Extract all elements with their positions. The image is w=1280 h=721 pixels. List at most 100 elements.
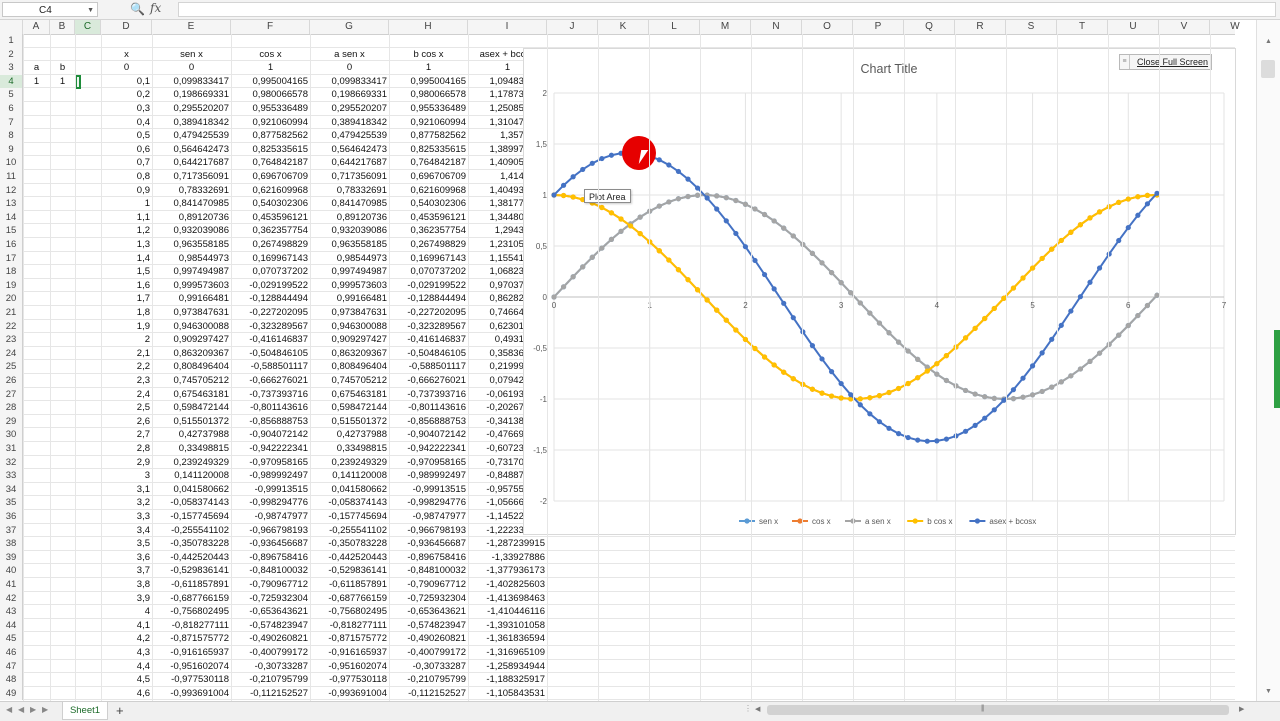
row-number[interactable]: 22 xyxy=(0,319,23,334)
cell-value[interactable]: 0,070737202 xyxy=(231,265,310,279)
cell-value[interactable]: 0,825335615 xyxy=(389,143,468,157)
cell-value[interactable]: 0,745705212 xyxy=(310,374,389,388)
cell-value[interactable]: -0,350783228 xyxy=(310,537,389,551)
cell-value[interactable]: 0 xyxy=(152,61,231,75)
cell-value[interactable]: -0,801143616 xyxy=(389,401,468,415)
cell-value[interactable]: 0,267498829 xyxy=(389,238,468,252)
cell-x[interactable]: 0,6 xyxy=(101,143,152,157)
cell-x[interactable]: 3,7 xyxy=(101,564,152,578)
prev-sheet-icon[interactable]: ◀ xyxy=(18,705,24,714)
cell-value[interactable]: -0,993691004 xyxy=(152,687,231,701)
scroll-right-icon[interactable]: ▶ xyxy=(1239,705,1244,713)
cell-value[interactable]: 0,621609968 xyxy=(389,184,468,198)
column-header-c[interactable]: C xyxy=(75,20,101,34)
cell-value[interactable]: -0,99913515 xyxy=(231,483,310,497)
next-sheet-icon[interactable]: ▶ xyxy=(30,705,36,714)
cell-value[interactable]: -0,611857891 xyxy=(152,578,231,592)
row-number[interactable]: 12 xyxy=(0,183,23,198)
cell-x[interactable]: 1,5 xyxy=(101,265,152,279)
cell-x[interactable]: 4,3 xyxy=(101,646,152,660)
column-header-u[interactable]: U xyxy=(1108,20,1159,34)
cell-value[interactable]: -0,687766159 xyxy=(310,592,389,606)
cell-value[interactable]: -0,848100032 xyxy=(231,564,310,578)
row-number[interactable]: 6 xyxy=(0,102,23,116)
cell-x[interactable]: 3,5 xyxy=(101,537,152,551)
row-number[interactable]: 49 xyxy=(0,686,23,701)
cell-value[interactable]: -0,916165937 xyxy=(310,646,389,660)
cell-value[interactable]: 0,295520207 xyxy=(152,102,231,116)
cell-value[interactable]: 0,141120008 xyxy=(310,469,389,483)
cell-value[interactable]: -0,666276021 xyxy=(389,374,468,388)
row-number[interactable]: 36 xyxy=(0,510,23,524)
cell-value[interactable]: 0,198669331 xyxy=(310,88,389,102)
cell-value[interactable]: 0,33498815 xyxy=(152,442,231,456)
cell-value[interactable]: -0,99913515 xyxy=(389,483,468,497)
cell-value[interactable]: 0,362357754 xyxy=(231,224,310,238)
chevron-down-icon[interactable]: ▼ xyxy=(87,3,94,18)
cell-value[interactable]: -0,157745694 xyxy=(310,510,389,524)
cell-value[interactable]: 0,808496404 xyxy=(310,360,389,374)
cell-value[interactable]: 0,453596121 xyxy=(231,211,310,225)
column-header-m[interactable]: M xyxy=(700,20,751,34)
cell-x[interactable]: 4,1 xyxy=(101,619,152,633)
cell-value[interactable]: -0,529836141 xyxy=(152,564,231,578)
row-number[interactable]: 10 xyxy=(0,156,23,170)
cell-value[interactable]: 0,644217687 xyxy=(152,156,231,170)
cell-value[interactable]: 0,644217687 xyxy=(310,156,389,170)
row-number[interactable]: 26 xyxy=(0,374,23,388)
row-number[interactable]: 31 xyxy=(0,442,23,456)
row-number[interactable]: 46 xyxy=(0,646,23,660)
row-number[interactable]: 17 xyxy=(0,251,23,266)
cell-value[interactable]: -0,30733287 xyxy=(389,660,468,674)
cell-x[interactable]: 0,2 xyxy=(101,88,152,102)
cell-value[interactable]: -1,33927886 xyxy=(468,551,547,565)
cell-value[interactable]: -0,350783228 xyxy=(152,537,231,551)
column-header-e[interactable]: E xyxy=(152,20,231,34)
cell-value[interactable]: 0,89120736 xyxy=(310,211,389,225)
cell-value[interactable]: 0,295520207 xyxy=(310,102,389,116)
row-number[interactable]: 15 xyxy=(0,224,23,238)
cell-value[interactable]: -1,105843531 xyxy=(468,687,547,701)
row-number[interactable]: 34 xyxy=(0,482,23,497)
param-a-label[interactable]: a xyxy=(23,61,50,75)
cell-value[interactable]: -0,989992497 xyxy=(231,469,310,483)
scroll-left-icon[interactable]: ◀ xyxy=(755,705,760,713)
row-number[interactable]: 8 xyxy=(0,129,23,143)
cell-value[interactable]: -0,30733287 xyxy=(231,660,310,674)
row-number[interactable]: 4 xyxy=(0,74,23,89)
cell-x[interactable]: 3,2 xyxy=(101,496,152,510)
cell-value[interactable]: 0,973847631 xyxy=(310,306,389,320)
cell-value[interactable]: -0,490260821 xyxy=(231,632,310,646)
cell-value[interactable]: -0,998294776 xyxy=(389,496,468,510)
cell-x[interactable]: 3,3 xyxy=(101,510,152,524)
cell-x[interactable]: 2 xyxy=(101,333,152,347)
cell-x[interactable]: 0,8 xyxy=(101,170,152,184)
cell-value[interactable]: 0,863209367 xyxy=(152,347,231,361)
column-header-k[interactable]: K xyxy=(598,20,649,34)
row-number[interactable]: 47 xyxy=(0,659,23,674)
cell-value[interactable]: 0,42737988 xyxy=(310,428,389,442)
param-a-value[interactable]: 1 xyxy=(23,75,50,89)
cell-value[interactable]: -0,157745694 xyxy=(152,510,231,524)
cell-value[interactable]: 0,932039086 xyxy=(310,224,389,238)
row-number[interactable]: 20 xyxy=(0,292,23,306)
header-sen[interactable]: sen x xyxy=(152,48,231,62)
cell-value[interactable]: -0,856888753 xyxy=(231,415,310,429)
scrollbar-thumb[interactable] xyxy=(767,705,1229,715)
row-number[interactable]: 7 xyxy=(0,115,23,130)
cell-value[interactable]: 0,717356091 xyxy=(152,170,231,184)
cell-x[interactable]: 1,7 xyxy=(101,292,152,306)
cell-value[interactable]: -0,687766159 xyxy=(152,592,231,606)
cell-value[interactable]: -0,666276021 xyxy=(231,374,310,388)
name-box[interactable]: C4 ▼ xyxy=(2,2,98,17)
chart-svg[interactable]: Chart Title0 1 2 3 4 5 6 721,510,50-0,5-1-1,5-2… xyxy=(524,49,1237,536)
cell-value[interactable]: -0,871575772 xyxy=(152,632,231,646)
cell-value[interactable]: 0,198669331 xyxy=(152,88,231,102)
cell-x[interactable]: 1,4 xyxy=(101,252,152,266)
cell-x[interactable]: 2,2 xyxy=(101,360,152,374)
cell-x[interactable]: 2,4 xyxy=(101,388,152,402)
row-number[interactable]: 2 xyxy=(0,47,23,62)
cell-value[interactable]: 0,362357754 xyxy=(389,224,468,238)
cell-x[interactable]: 0,5 xyxy=(101,129,152,143)
cell-value[interactable]: 1 xyxy=(389,61,468,75)
